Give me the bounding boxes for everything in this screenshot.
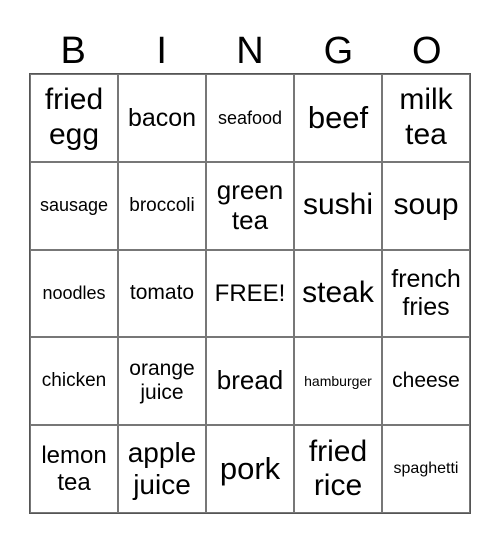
bingo-header: B I N G O (29, 30, 471, 73)
bingo-cell[interactable]: chicken (30, 337, 118, 426)
bingo-cell[interactable]: pork (206, 425, 294, 513)
bingo-cell[interactable]: noodles (30, 249, 118, 338)
bingo-cell[interactable]: bacon (118, 74, 206, 162)
header-letter-o: O (412, 30, 442, 72)
bingo-cell[interactable]: cheese (382, 337, 470, 426)
header-letter-b: B (60, 30, 86, 72)
bingo-cell[interactable]: fried egg (30, 74, 118, 162)
header-letter-g: G (323, 30, 354, 72)
bingo-card: fried egg bacon seafood beef milk tea sa… (29, 73, 471, 514)
bingo-cell[interactable]: beef (294, 74, 382, 162)
bingo-cell[interactable]: hamburger (294, 337, 382, 426)
bingo-cell[interactable]: sausage (30, 161, 118, 250)
bingo-cell[interactable]: sushi (294, 161, 382, 250)
header-letter-i: I (156, 30, 167, 72)
bingo-cell[interactable]: bread (206, 337, 294, 426)
bingo-cell[interactable]: french fries (382, 249, 470, 338)
bingo-cell[interactable]: green tea (206, 161, 294, 250)
bingo-cell[interactable]: seafood (206, 74, 294, 162)
bingo-cell[interactable]: milk tea (382, 74, 470, 162)
bingo-cell[interactable]: spaghetti (382, 425, 470, 513)
free-space[interactable]: FREE! (206, 249, 294, 338)
bingo-cell[interactable]: soup (382, 161, 470, 250)
bingo-cell[interactable]: steak (294, 249, 382, 338)
bingo-cell[interactable]: broccoli (118, 161, 206, 250)
bingo-cell[interactable]: orange juice (118, 337, 206, 426)
bingo-cell[interactable]: tomato (118, 249, 206, 338)
bingo-cell[interactable]: fried rice (294, 425, 382, 513)
bingo-cell[interactable]: apple juice (118, 425, 206, 513)
bingo-cell[interactable]: lemon tea (30, 425, 118, 513)
header-letter-n: N (236, 30, 264, 72)
